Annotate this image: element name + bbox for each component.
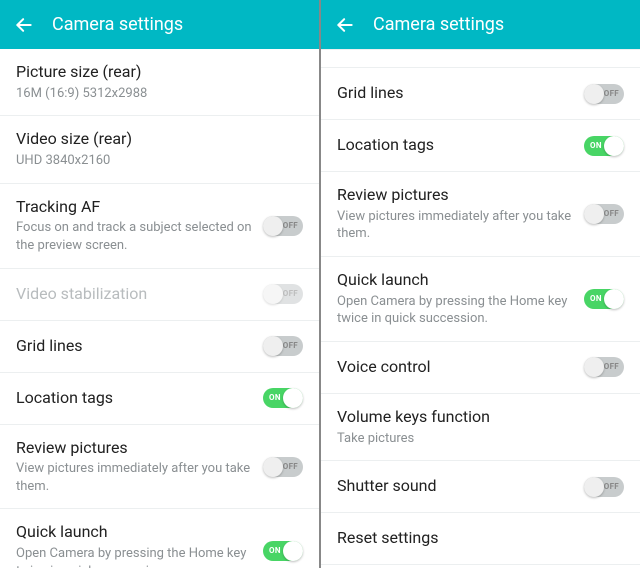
item-video-size[interactable]: Video size (rear) UHD 3840x2160 <box>0 116 319 183</box>
item-title: Video size (rear) <box>16 129 303 150</box>
toggle-quick-launch[interactable]: ON <box>263 541 303 561</box>
app-header: Camera settings <box>321 0 640 49</box>
back-icon[interactable] <box>14 15 34 35</box>
item-sub: Open Camera by pressing the Home key twi… <box>16 545 253 568</box>
item-title: Picture size (rear) <box>16 62 303 83</box>
toggle-review-pictures[interactable]: OFF <box>584 204 624 224</box>
toggle-grid-lines[interactable]: OFF <box>263 336 303 356</box>
item-reset-settings[interactable]: Reset settings <box>321 513 640 565</box>
toggle-review-pictures[interactable]: OFF <box>263 457 303 477</box>
item-tracking-af[interactable]: Tracking AF Focus on and track a subject… <box>0 184 319 269</box>
back-icon[interactable] <box>335 15 355 35</box>
toggle-video-stabilization: OFF <box>263 284 303 304</box>
item-sub: 16M (16:9) 5312x2988 <box>16 85 303 103</box>
toggle-shutter-sound[interactable]: OFF <box>584 477 624 497</box>
item-review-pictures[interactable]: Review pictures View pictures immediatel… <box>321 172 640 257</box>
item-partial <box>321 49 640 68</box>
item-title: Location tags <box>16 388 253 409</box>
item-title: Voice control <box>337 357 574 378</box>
item-sub: Take pictures <box>337 430 624 448</box>
item-sub: Open Camera by pressing the Home key twi… <box>337 293 574 328</box>
item-grid-lines[interactable]: Grid lines OFF <box>0 321 319 373</box>
item-picture-size[interactable]: Picture size (rear) 16M (16:9) 5312x2988 <box>0 49 319 116</box>
item-sub: Focus on and track a subject selected on… <box>16 219 253 254</box>
page-title: Camera settings <box>373 14 504 35</box>
item-video-stabilization: Video stabilization OFF <box>0 269 319 321</box>
settings-panel-right: Camera settings Grid lines OFF Location … <box>321 0 640 568</box>
item-title: Grid lines <box>16 336 253 357</box>
item-volume-keys-function[interactable]: Volume keys function Take pictures <box>321 394 640 461</box>
item-sub: View pictures immediately after you take… <box>16 460 253 495</box>
item-voice-control[interactable]: Voice control OFF <box>321 342 640 394</box>
item-quick-launch[interactable]: Quick launch Open Camera by pressing the… <box>0 509 319 568</box>
item-quick-launch[interactable]: Quick launch Open Camera by pressing the… <box>321 257 640 342</box>
settings-panel-left: Camera settings Picture size (rear) 16M … <box>0 0 319 568</box>
toggle-grid-lines[interactable]: OFF <box>584 84 624 104</box>
item-title: Review pictures <box>337 185 574 206</box>
app-header: Camera settings <box>0 0 319 49</box>
item-title: Video stabilization <box>16 284 253 305</box>
toggle-tracking-af[interactable]: OFF <box>263 216 303 236</box>
toggle-quick-launch[interactable]: ON <box>584 289 624 309</box>
toggle-voice-control[interactable]: OFF <box>584 357 624 377</box>
item-review-pictures[interactable]: Review pictures View pictures immediatel… <box>0 425 319 510</box>
item-sub: UHD 3840x2160 <box>16 152 303 170</box>
settings-list: Picture size (rear) 16M (16:9) 5312x2988… <box>0 49 319 568</box>
item-title: Quick launch <box>337 270 574 291</box>
item-title: Shutter sound <box>337 476 574 497</box>
item-shutter-sound[interactable]: Shutter sound OFF <box>321 461 640 513</box>
toggle-location-tags[interactable]: ON <box>584 136 624 156</box>
item-title: Volume keys function <box>337 407 624 428</box>
toggle-location-tags[interactable]: ON <box>263 388 303 408</box>
item-title: Location tags <box>337 135 574 156</box>
item-title: Reset settings <box>337 528 624 549</box>
item-title: Review pictures <box>16 438 253 459</box>
item-location-tags[interactable]: Location tags ON <box>0 373 319 425</box>
item-title: Tracking AF <box>16 197 253 218</box>
settings-list: Grid lines OFF Location tags ON Review p… <box>321 49 640 568</box>
item-location-tags[interactable]: Location tags ON <box>321 120 640 172</box>
item-grid-lines[interactable]: Grid lines OFF <box>321 68 640 120</box>
item-title: Grid lines <box>337 83 574 104</box>
page-title: Camera settings <box>52 14 183 35</box>
item-title: Quick launch <box>16 522 253 543</box>
item-sub: View pictures immediately after you take… <box>337 208 574 243</box>
